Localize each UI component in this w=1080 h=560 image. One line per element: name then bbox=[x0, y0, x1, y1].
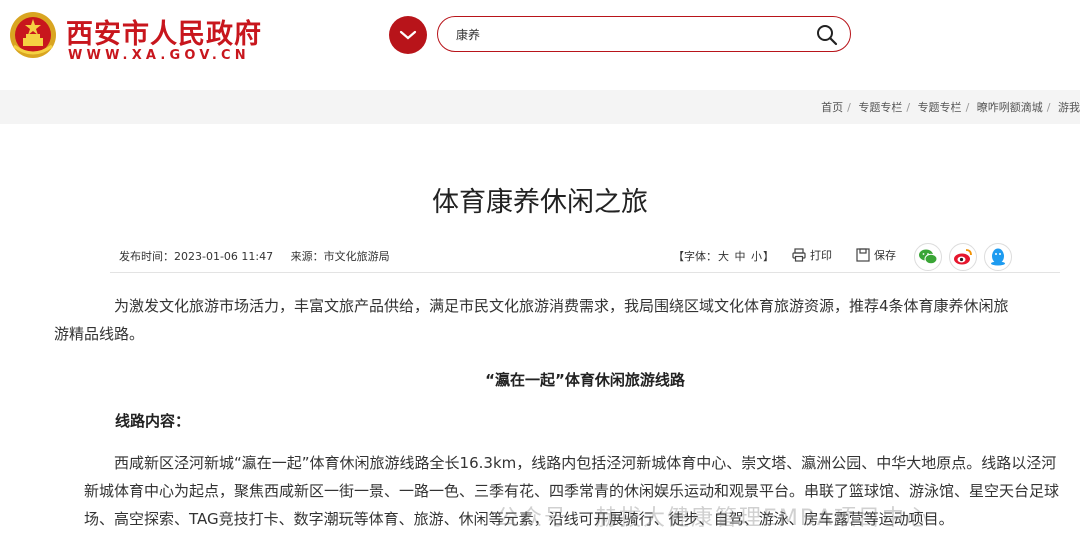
search-box bbox=[437, 16, 851, 52]
save-button[interactable]: 保存 bbox=[856, 247, 896, 263]
publish-time: 发布时间：2023-01-06 11:47 bbox=[119, 250, 274, 263]
qq-icon bbox=[991, 248, 1005, 266]
breadcrumb-home[interactable]: 首页 bbox=[821, 101, 843, 114]
article-title: 体育康养休闲之旅 bbox=[432, 187, 648, 218]
share-weibo-button[interactable] bbox=[949, 243, 977, 271]
breadcrumb: 首页 / 专题专栏 / 专题专栏 / 暸咋咧额滴城 / 游我 bbox=[821, 101, 1080, 114]
font-size-label: 【字体： bbox=[673, 250, 717, 263]
breadcrumb-city[interactable]: 暸咋咧额滴城 bbox=[977, 101, 1043, 114]
wechat-icon bbox=[919, 249, 938, 265]
breadcrumb-topic-2[interactable]: 专题专栏 bbox=[918, 101, 962, 114]
font-size-control: 【字体：大 中 小】 bbox=[673, 248, 774, 264]
save-label: 保存 bbox=[874, 249, 896, 262]
save-icon bbox=[856, 248, 870, 262]
font-size-close: 】 bbox=[763, 250, 774, 263]
route-title: “瀛在一起”体育休闲旅游线路 bbox=[485, 371, 685, 389]
intro-paragraph: 为激发文化旅游市场活力，丰富文旅产品供给，满足市民文化旅游消费需求，我局围绕区域… bbox=[54, 292, 1060, 348]
intro-line-1: 为激发文化旅游市场活力，丰富文旅产品供给，满足市民文化旅游消费需求，我局围绕区域… bbox=[114, 297, 1009, 315]
font-large-button[interactable]: 大 bbox=[718, 250, 729, 263]
print-label: 打印 bbox=[810, 249, 832, 262]
search-input[interactable] bbox=[456, 24, 796, 44]
route-content-label: 线路内容： bbox=[115, 412, 191, 430]
national-emblem-icon bbox=[10, 12, 56, 58]
menu-toggle-button[interactable] bbox=[389, 16, 427, 54]
breadcrumb-travel[interactable]: 游我 bbox=[1058, 101, 1080, 114]
share-qq-button[interactable] bbox=[984, 243, 1012, 271]
breadcrumb-topic[interactable]: 专题专栏 bbox=[858, 101, 902, 114]
weibo-icon bbox=[954, 249, 972, 265]
site-url: WWW.XA.GOV.CN bbox=[68, 48, 250, 63]
share-wechat-button[interactable] bbox=[914, 243, 942, 271]
watermark: 公众号 · 赫拔大健康管理EMBA项目中心 bbox=[496, 506, 931, 531]
article-meta: 发布时间：2023-01-06 11:47 来源：市文化旅游局 bbox=[119, 248, 404, 264]
meta-divider bbox=[110, 272, 1060, 273]
font-medium-button[interactable]: 中 bbox=[735, 250, 746, 263]
site-header: 西安市人民政府 WWW.XA.GOV.CN bbox=[0, 0, 1080, 90]
print-button[interactable]: 打印 bbox=[792, 247, 832, 263]
article-source: 来源：市文化旅游局 bbox=[290, 250, 390, 263]
search-button[interactable] bbox=[814, 22, 840, 48]
chevron-down-icon bbox=[399, 30, 417, 40]
search-icon bbox=[817, 25, 838, 46]
printer-icon bbox=[792, 248, 806, 262]
breadcrumb-bar: 首页 / 专题专栏 / 专题专栏 / 暸咋咧额滴城 / 游我 bbox=[0, 90, 1080, 124]
intro-line-2: 游精品线路。 bbox=[54, 325, 145, 343]
site-title[interactable]: 西安市人民政府 bbox=[66, 12, 262, 51]
font-small-button[interactable]: 小 bbox=[751, 250, 762, 263]
